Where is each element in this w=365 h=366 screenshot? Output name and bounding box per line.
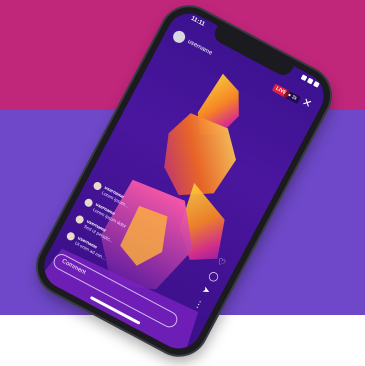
commenter-avatar [74,214,86,225]
commenter-avatar [83,197,95,209]
viewer-count-badge: ● 3k [283,89,302,105]
commenter-avatar [92,180,103,192]
promo-stage: 11:11 username LIVE ● 3k ✕ username Lore… [0,0,365,366]
status-icons [300,74,320,88]
commenter-avatar [65,230,77,242]
battery-icon [312,80,320,88]
